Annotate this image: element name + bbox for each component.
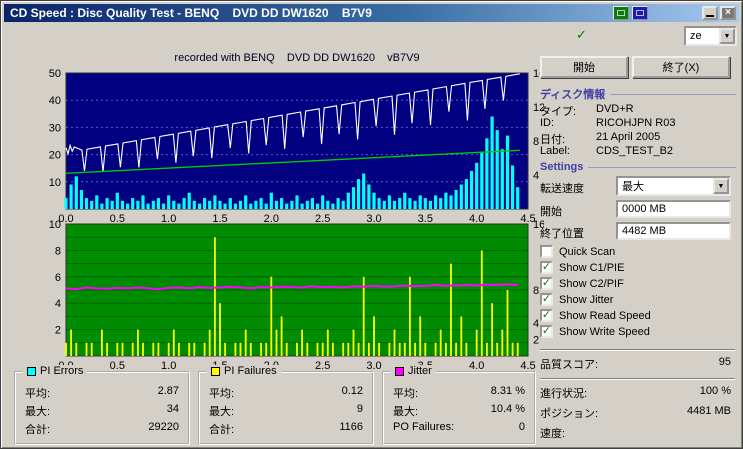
chart-svg: 246810248160.00.51.01.52.02.53.03.54.04.… bbox=[49, 219, 546, 372]
stat-label: 平均: bbox=[209, 388, 235, 400]
checkbox-box[interactable]: ✓ bbox=[540, 293, 553, 306]
start-position-field[interactable]: 0000 MB bbox=[616, 200, 731, 218]
svg-text:10: 10 bbox=[49, 219, 61, 231]
disc-id-row: ID: RICOHJPN R03 bbox=[540, 117, 676, 129]
stat-value: 34 bbox=[166, 403, 179, 415]
svg-text:4: 4 bbox=[55, 298, 61, 310]
chevron-down-icon[interactable]: ▼ bbox=[719, 28, 735, 44]
disc-icon[interactable] bbox=[632, 6, 648, 20]
separator bbox=[540, 378, 735, 380]
svg-text:2: 2 bbox=[55, 325, 61, 337]
pi-errors-color-chip bbox=[27, 366, 36, 376]
pi-errors-panel: PI Errors 平均: 2.87 最大: 34 合計: 29220 bbox=[14, 365, 190, 445]
pi-failures-color-chip bbox=[211, 366, 220, 376]
stat-value: 1166 bbox=[339, 421, 363, 433]
checkbox-box[interactable]: ✓ bbox=[540, 277, 553, 290]
position-row: ポジション: 4481 MB bbox=[540, 405, 731, 420]
settings-header: Settings bbox=[540, 161, 736, 173]
stat-value: 0.12 bbox=[341, 385, 363, 397]
checkbox-box[interactable]: ✓ bbox=[540, 309, 553, 322]
disc-type-row: タイプ: DVD+R bbox=[540, 103, 634, 118]
quality-chart-bottom: 246810248160.00.51.01.52.02.53.03.54.04.… bbox=[12, 217, 546, 376]
separator bbox=[540, 349, 735, 351]
checkbox-show-jitter[interactable]: ✓ Show Jitter bbox=[540, 293, 737, 308]
jitter-color-chip bbox=[395, 366, 404, 376]
pi-failures-legend: PI Failures bbox=[224, 365, 277, 377]
stat-label: 平均: bbox=[393, 388, 419, 400]
progress-value: 100 % bbox=[699, 385, 731, 397]
stat-value: 10.4 % bbox=[490, 403, 525, 415]
pi-errors-legend: PI Errors bbox=[40, 365, 84, 377]
checkbox-box[interactable]: ✓ bbox=[540, 245, 553, 258]
checkbox-show-write-speed[interactable]: ✓ Show Write Speed bbox=[540, 325, 737, 340]
svg-text:6: 6 bbox=[55, 272, 61, 284]
quality-score-value: 95 bbox=[718, 356, 731, 368]
transfer-speed-combobox[interactable]: 最大 ▼ bbox=[616, 176, 731, 196]
pi-failures-panel: PI Failures 平均: 0.12 最大: 9 合計: 1166 bbox=[198, 365, 374, 445]
jitter-panel: Jitter 平均: 8.31 % 最大: 10.4 % PO Failures: 0 bbox=[382, 365, 536, 445]
stat-label: PO Failures: bbox=[393, 421, 455, 433]
checkbox-show-read-speed[interactable]: ✓ Show Read Speed bbox=[540, 309, 737, 324]
chart-svg: 10203040504812160.00.51.01.52.02.53.03.5… bbox=[49, 68, 546, 225]
stat-label: 合計: bbox=[209, 424, 235, 436]
exit-button[interactable]: 終了(X) bbox=[632, 56, 730, 78]
stat-label: 平均: bbox=[25, 388, 51, 400]
title-bar[interactable]: CD Speed : Disc Quality Test - BENQ DVD … bbox=[4, 4, 739, 22]
stat-value: 2.87 bbox=[157, 385, 179, 397]
checkbox-show-c1-pie[interactable]: ✓ Show C1/PIE bbox=[540, 261, 737, 276]
stat-value: 8.31 % bbox=[490, 385, 525, 397]
stat-value: 0 bbox=[518, 421, 525, 433]
check-icon: ✓ bbox=[541, 261, 552, 273]
svg-text:40: 40 bbox=[49, 95, 61, 107]
chart-icon[interactable] bbox=[613, 6, 629, 20]
chevron-down-icon[interactable]: ▼ bbox=[713, 178, 729, 194]
svg-text:50: 50 bbox=[49, 68, 61, 80]
check-icon: ✓ bbox=[541, 309, 552, 321]
disc-label-row: Label: CDS_TEST_B2 bbox=[540, 145, 674, 157]
svg-text:20: 20 bbox=[49, 150, 61, 162]
check-icon: ✓ bbox=[541, 277, 552, 289]
check-icon: ✓ bbox=[541, 325, 552, 337]
checkbox-box[interactable]: ✓ bbox=[540, 325, 553, 338]
minimize-button[interactable] bbox=[702, 6, 718, 20]
stat-label: 最大: bbox=[393, 406, 419, 418]
quality-score-row: 品質スコア: 95 bbox=[540, 356, 731, 371]
chart-header: recorded with BENQ DVD DD DW1620 vB7V9 bbox=[174, 52, 420, 64]
quality-chart-top: 10203040504812160.00.51.01.52.02.53.03.5… bbox=[12, 67, 546, 234]
svg-text:8: 8 bbox=[55, 245, 61, 257]
close-button[interactable]: × bbox=[720, 6, 736, 20]
control-panel: ✓ ze ▼ 開始 終了(X) ディスク情報 タイプ: DVD+R ID: RICO… bbox=[532, 22, 741, 448]
end-position-field[interactable]: 4482 MB bbox=[616, 222, 731, 240]
stat-value: 29220 bbox=[148, 421, 179, 433]
check-icon: ✓ bbox=[541, 293, 552, 305]
speed-row: 速度: bbox=[540, 428, 566, 440]
svg-text:30: 30 bbox=[49, 122, 61, 134]
app-window: CD Speed : Disc Quality Test - BENQ DVD … bbox=[0, 0, 743, 449]
progress-row: 進行状況: 100 % bbox=[540, 385, 731, 400]
disc-info-header: ディスク情報 bbox=[540, 86, 736, 102]
stat-label: 合計: bbox=[25, 424, 51, 436]
stat-label: 最大: bbox=[25, 406, 51, 418]
stat-value: 9 bbox=[356, 403, 363, 415]
checkbox-quick-scan[interactable]: ✓ Quick Scan bbox=[540, 245, 737, 260]
client-area: recorded with BENQ DVD DD DW1620 vB7V9 1… bbox=[4, 22, 739, 445]
checkbox-box[interactable]: ✓ bbox=[540, 261, 553, 274]
disc-date-row: 日付: 21 April 2005 bbox=[540, 131, 661, 146]
partial-combobox[interactable]: ze ▼ bbox=[684, 26, 737, 46]
check-icon: ✓ bbox=[576, 27, 587, 42]
position-value: 4481 MB bbox=[686, 405, 731, 417]
window-title: CD Speed : Disc Quality Test - BENQ DVD … bbox=[10, 6, 372, 20]
checkbox-show-c2-pif[interactable]: ✓ Show C2/PIF bbox=[540, 277, 737, 292]
jitter-legend: Jitter bbox=[408, 365, 432, 377]
svg-text:10: 10 bbox=[49, 177, 61, 189]
start-button[interactable]: 開始 bbox=[540, 56, 628, 78]
partial-combobox-value: ze bbox=[690, 30, 702, 42]
stat-label: 最大: bbox=[209, 406, 235, 418]
